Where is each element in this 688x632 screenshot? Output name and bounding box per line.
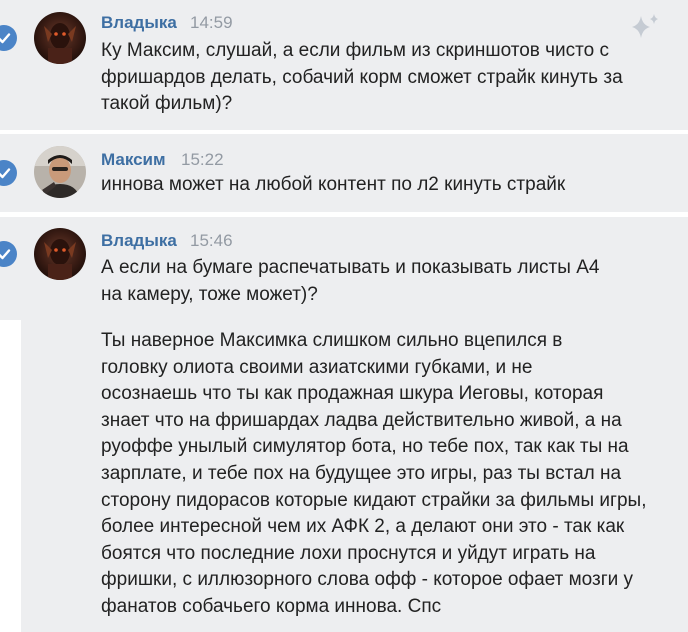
message-text: иннова может на любой контент по л2 кину… — [101, 172, 565, 199]
avatar[interactable] — [34, 12, 86, 64]
message-text-line: иннова может на любой контент по л2 кину… — [101, 174, 566, 195]
avatar[interactable] — [34, 228, 86, 280]
message-text-line: зарплате, и тебе пох на будущее это игры… — [101, 462, 622, 484]
message-text-line: осознаешь что ты как продажная шкура Иег… — [101, 383, 604, 405]
author-name[interactable]: Владыка — [101, 13, 177, 33]
message-text-line: Ты наверное Максимка слишком сильно вцеп… — [101, 330, 563, 351]
author-name[interactable]: Максим — [101, 150, 166, 170]
message-text-line: боятся что последние лохи проснутся и уй… — [101, 542, 596, 564]
message-continuation[interactable]: Ты наверное Максимка слишком сильно вцеп… — [21, 320, 688, 632]
message-item[interactable]: Владыка 15:46 А если на бумаге распечаты… — [0, 217, 688, 320]
message-text-line: А если на бумаге распечатывать и показыв… — [101, 257, 600, 278]
message-text-line: сторону пидорасов которые кидают страйки… — [101, 489, 647, 511]
selected-check-icon[interactable] — [0, 25, 17, 51]
message-item[interactable]: Владыка 14:59 Ку Максим, слушай, а если … — [0, 0, 688, 130]
message-text-line: фанатов собачьего корма иннова. Спс — [101, 595, 442, 617]
message-time: 15:22 — [181, 150, 224, 169]
selected-check-icon[interactable] — [0, 241, 17, 267]
message-time: 15:46 — [190, 231, 233, 250]
message-text-line: Ку Максим, слушай, а если фильм из скрин… — [101, 40, 609, 61]
message-text: Ку Максим, слушай, а если фильм из скрин… — [101, 38, 623, 118]
message-text-line: знает что на фришардах ладва действитель… — [101, 409, 622, 431]
author-name[interactable]: Владыка — [101, 231, 177, 251]
message-time: 14:59 — [190, 13, 233, 32]
avatar[interactable] — [34, 146, 86, 198]
message-text-line: головку олиота своими азиатскими губками… — [101, 356, 533, 378]
message-text-line: фришардов делать, собачий корм сможет ст… — [101, 66, 623, 88]
message-text: Ты наверное Максимка слишком сильно вцеп… — [101, 328, 646, 621]
message-text: А если на бумаге распечатывать и показыв… — [101, 255, 599, 308]
message-text-line: на камеру, тоже может)? — [101, 283, 318, 305]
message-item[interactable]: Максим 15:22 иннова может на любой конте… — [0, 134, 688, 212]
sparkle-icon[interactable] — [628, 12, 662, 42]
message-text-line: такой фильм)? — [101, 93, 233, 114]
chat-window: Владыка 14:59 Ку Максим, слушай, а если … — [0, 0, 688, 632]
selected-check-icon[interactable] — [0, 160, 17, 186]
message-text-line: более интересной чем их АФК 2, а делают … — [101, 516, 625, 538]
message-text-line: фришки, с иллюзорного слова офф - которо… — [101, 569, 634, 591]
message-text-line: руоффе унылый симулятор бота, но тебе по… — [101, 436, 629, 458]
